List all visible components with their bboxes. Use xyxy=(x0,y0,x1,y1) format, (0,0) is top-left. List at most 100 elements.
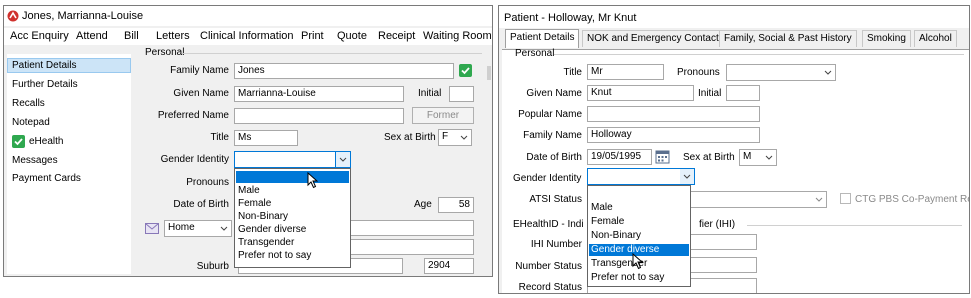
menu-acc-enquiry[interactable]: Acc Enquiry xyxy=(10,30,69,42)
dropdown-option-male[interactable]: Male xyxy=(589,202,689,214)
chevron-down-icon xyxy=(217,221,231,236)
mouse-cursor-icon xyxy=(632,253,643,270)
sidebar-item-messages[interactable]: Messages xyxy=(12,155,58,166)
app-logo-icon xyxy=(7,10,19,22)
dropdown-option-female[interactable]: Female xyxy=(236,198,349,210)
dropdown-option-non-binary[interactable]: Non-Binary xyxy=(236,211,349,223)
dropdown-option-prefer-not-to-say[interactable]: Prefer not to say xyxy=(589,272,689,284)
mouse-cursor-icon xyxy=(307,172,318,189)
menu-attend[interactable]: Attend xyxy=(76,30,108,42)
pronouns-select[interactable] xyxy=(726,64,836,81)
ehealth-group-title: EHealthID - Indi xyxy=(513,219,584,230)
gender-identity-dropdown: Male Female Non-Binary Gender diverse Tr… xyxy=(587,185,691,287)
title-label: Title xyxy=(210,132,229,143)
left-patient-window: Jones, Marrianna-Louise Acc Enquiry Atte… xyxy=(3,5,493,277)
family-name-label: Family Name xyxy=(170,65,229,76)
gender-identity-label: Gender Identity xyxy=(513,173,582,184)
gender-identity-select[interactable] xyxy=(234,151,351,168)
tab-family-social-history[interactable]: Family, Social & Past History xyxy=(719,30,857,47)
address-type-select[interactable]: Home xyxy=(164,220,232,237)
dropdown-option-non-binary[interactable]: Non-Binary xyxy=(589,230,689,242)
family-name-label: Family Name xyxy=(523,130,582,141)
family-name-input[interactable]: Holloway xyxy=(587,127,760,143)
chevron-down-icon xyxy=(821,65,835,80)
initial-label: Initial xyxy=(418,88,442,99)
menu-waiting-room[interactable]: Waiting Room xyxy=(423,30,492,42)
window-title: Patient - Holloway, Mr Knut xyxy=(504,12,637,24)
chevron-down-icon xyxy=(457,130,471,145)
title-input[interactable]: Mr xyxy=(587,64,664,80)
chevron-down-icon xyxy=(762,150,776,165)
age-input[interactable]: 58 xyxy=(438,197,474,213)
given-name-label: Given Name xyxy=(526,88,582,99)
date-of-birth-label: Date of Birth xyxy=(173,199,229,210)
dropdown-option-prefer-not-to-say[interactable]: Prefer not to say xyxy=(236,250,349,262)
title-bar: Jones, Marrianna-Louise xyxy=(4,6,492,26)
ehealth-check-icon xyxy=(12,135,25,148)
tab-smoking[interactable]: Smoking xyxy=(862,30,911,47)
preferred-name-label: Preferred Name xyxy=(157,110,229,121)
title-bar: Patient - Holloway, Mr Knut xyxy=(499,6,969,28)
menu-letters[interactable]: Letters xyxy=(156,30,190,42)
group-title-personal: Personal xyxy=(515,48,555,59)
postcode-input[interactable]: 2904 xyxy=(424,258,474,274)
popular-name-input[interactable] xyxy=(587,106,760,122)
chevron-down-icon xyxy=(812,192,826,207)
ctg-pbs-checkbox[interactable] xyxy=(840,193,851,204)
pronouns-label: Pronouns xyxy=(677,67,720,78)
given-name-input[interactable]: Knut xyxy=(587,85,694,101)
verified-check-icon[interactable] xyxy=(459,64,472,77)
suburb-label: Suburb xyxy=(196,261,229,272)
calendar-icon[interactable] xyxy=(655,149,670,164)
family-name-input[interactable]: Jones xyxy=(234,63,454,79)
title-input[interactable]: Ms xyxy=(234,130,298,146)
ihi-number-label: IHI Number xyxy=(530,239,582,250)
menu-bar: Acc Enquiry Attend Bill Letters Clinical… xyxy=(4,28,492,45)
menu-receipt[interactable]: Receipt xyxy=(378,30,415,42)
sidebar-item-recalls[interactable]: Recalls xyxy=(12,98,45,109)
preferred-name-input[interactable] xyxy=(234,108,404,124)
age-label: Age xyxy=(414,199,432,210)
menu-clinical-information[interactable]: Clinical Information xyxy=(200,30,294,42)
former-button[interactable]: Former xyxy=(412,107,474,124)
sidebar-item-payment-cards[interactable]: Payment Cards xyxy=(12,173,81,184)
menu-print[interactable]: Print xyxy=(301,30,324,42)
sex-at-birth-select[interactable]: F xyxy=(438,129,472,146)
chevron-down-icon[interactable] xyxy=(680,169,694,184)
tab-alcohol[interactable]: Alcohol xyxy=(914,30,957,47)
dropdown-option-transgender[interactable]: Transgender xyxy=(236,237,349,249)
dropdown-option-female[interactable]: Female xyxy=(589,216,689,228)
sidebar-item-ehealth[interactable]: eHealth xyxy=(29,136,63,147)
date-of-birth-input[interactable]: 19/05/1995 xyxy=(587,149,652,165)
record-status-label: Record Status xyxy=(518,282,582,293)
initial-input[interactable] xyxy=(726,85,760,101)
dropdown-option-gender-diverse[interactable]: Gender diverse xyxy=(236,224,349,236)
sidebar-item-further-details[interactable]: Further Details xyxy=(12,79,78,90)
chevron-down-icon[interactable] xyxy=(335,152,350,167)
right-patient-window: Patient - Holloway, Mr Knut Patient Deta… xyxy=(498,5,970,294)
group-divider xyxy=(747,225,962,226)
sex-at-birth-select[interactable]: M xyxy=(739,149,777,166)
group-title-personal: Personal xyxy=(145,47,185,58)
dropdown-option-blank[interactable] xyxy=(236,171,349,183)
menu-quote[interactable]: Quote xyxy=(337,30,367,42)
ctg-pbs-label: CTG PBS Co-Payment Relie xyxy=(855,194,969,205)
tab-strip: Patient Details NOK and Emergency Contac… xyxy=(502,29,969,49)
group-divider xyxy=(554,54,964,55)
gender-identity-dropdown: Male Female Non-Binary Gender diverse Tr… xyxy=(234,168,351,268)
initial-input[interactable] xyxy=(449,86,474,102)
tab-nok-emergency-contact[interactable]: NOK and Emergency Contact xyxy=(582,30,724,47)
given-name-label: Given Name xyxy=(173,88,229,99)
tab-patient-details[interactable]: Patient Details xyxy=(505,29,580,48)
sidebar-item-patient-details[interactable]: Patient Details xyxy=(12,60,76,71)
menu-bill[interactable]: Bill xyxy=(124,30,139,42)
pronouns-label: Pronouns xyxy=(186,177,229,188)
sidebar: Patient Details Further Details Recalls … xyxy=(7,54,131,274)
sidebar-item-notepad[interactable]: Notepad xyxy=(12,117,50,128)
dropdown-option-male[interactable]: Male xyxy=(236,185,349,197)
given-name-input[interactable]: Marrianna-Louise xyxy=(234,86,404,102)
dropdown-option-blank[interactable] xyxy=(589,189,689,201)
date-of-birth-label: Date of Birth xyxy=(526,152,582,163)
gender-identity-select[interactable] xyxy=(587,168,695,185)
sex-at-birth-label: Sex at Birth xyxy=(683,152,735,163)
